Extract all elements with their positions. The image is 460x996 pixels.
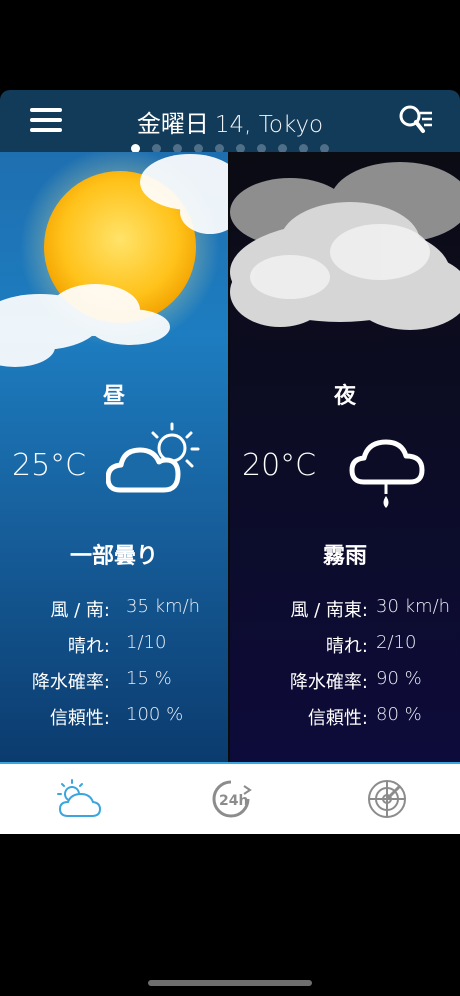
- page-title: 金曜日 14, Tokyo: [0, 104, 460, 139]
- stat-row: 信頼性: 80 %: [230, 704, 460, 740]
- stat-value: 90 %: [376, 668, 422, 689]
- stat-row: 晴れ: 2/10: [230, 632, 460, 668]
- stat-value: 35 km/h: [126, 596, 201, 617]
- stat-row: 風 / 南東: 30 km/h: [230, 596, 460, 632]
- radar-icon: [368, 780, 406, 818]
- weather-forecast-icon: [57, 779, 102, 817]
- stat-label: 風 / 南東:: [290, 600, 368, 621]
- drizzle-cloud-icon: [349, 439, 425, 508]
- stat-value: 30 km/h: [376, 596, 451, 617]
- stat-label: 晴れ:: [325, 636, 368, 657]
- day-panel: 昼 25°C 一部曇り 風 / 南: 35 km/h 晴れ: 1/10 降水確率: 15 …: [0, 152, 228, 762]
- rain-cloud-image: [230, 162, 460, 330]
- stat-row: 信頼性: 100 %: [0, 704, 228, 740]
- stat-row: 風 / 南: 35 km/h: [0, 596, 228, 632]
- stat-label: 降水確率:: [289, 672, 368, 693]
- day-label: 昼: [102, 384, 125, 409]
- stat-value: 80 %: [376, 704, 422, 725]
- tab-24h[interactable]: 24h: [206, 776, 256, 822]
- stat-label: 降水確率:: [31, 672, 110, 693]
- title-day: 金曜日: [136, 110, 209, 138]
- night-label: 夜: [333, 384, 356, 409]
- home-indicator[interactable]: [148, 980, 312, 986]
- stat-label: 信頼性:: [49, 708, 110, 729]
- stat-row: 晴れ: 1/10: [0, 632, 228, 668]
- tab-forecast[interactable]: [54, 776, 104, 822]
- stat-label: 信頼性:: [307, 708, 368, 729]
- stat-label: 晴れ:: [67, 636, 110, 657]
- night-panel: 夜 20°C 霧雨 風 / 南東: 30 km/h 晴れ: 2/10 降水確率: 90 %…: [230, 152, 460, 762]
- sun-cloud-image: [0, 152, 228, 367]
- stat-label: 風 / 南:: [50, 600, 110, 621]
- search-button[interactable]: [398, 104, 434, 136]
- day-condition: 一部曇り: [69, 544, 158, 569]
- 24h-forecast-icon: 24h: [212, 780, 252, 818]
- stat-row: 降水確率: 15 %: [0, 668, 228, 704]
- day-stats: 風 / 南: 35 km/h 晴れ: 1/10 降水確率: 15 % 信頼性: 100 %: [0, 596, 228, 740]
- partly-cloudy-sun-icon: [106, 422, 200, 493]
- svg-text:24h: 24h: [219, 793, 248, 809]
- night-stats: 風 / 南東: 30 km/h 晴れ: 2/10 降水確率: 90 % 信頼性: 80 %: [230, 596, 460, 740]
- page-indicator[interactable]: [0, 138, 460, 153]
- search-icon: [399, 105, 432, 133]
- tab-radar[interactable]: [362, 776, 412, 822]
- title-date-city: 14, Tokyo: [214, 112, 324, 138]
- stat-row: 降水確率: 90 %: [230, 668, 460, 704]
- stat-value: 2/10: [376, 632, 417, 653]
- day-temperature: 25°C: [12, 448, 87, 483]
- app-header: 金曜日 14, Tokyo: [0, 90, 460, 153]
- stat-value: 1/10: [126, 632, 167, 653]
- night-condition: 霧雨: [322, 544, 367, 569]
- stat-value: 100 %: [126, 704, 184, 725]
- night-temperature: 20°C: [242, 448, 317, 483]
- bottom-tab-bar: 24h: [0, 762, 460, 834]
- stat-value: 15 %: [126, 668, 172, 689]
